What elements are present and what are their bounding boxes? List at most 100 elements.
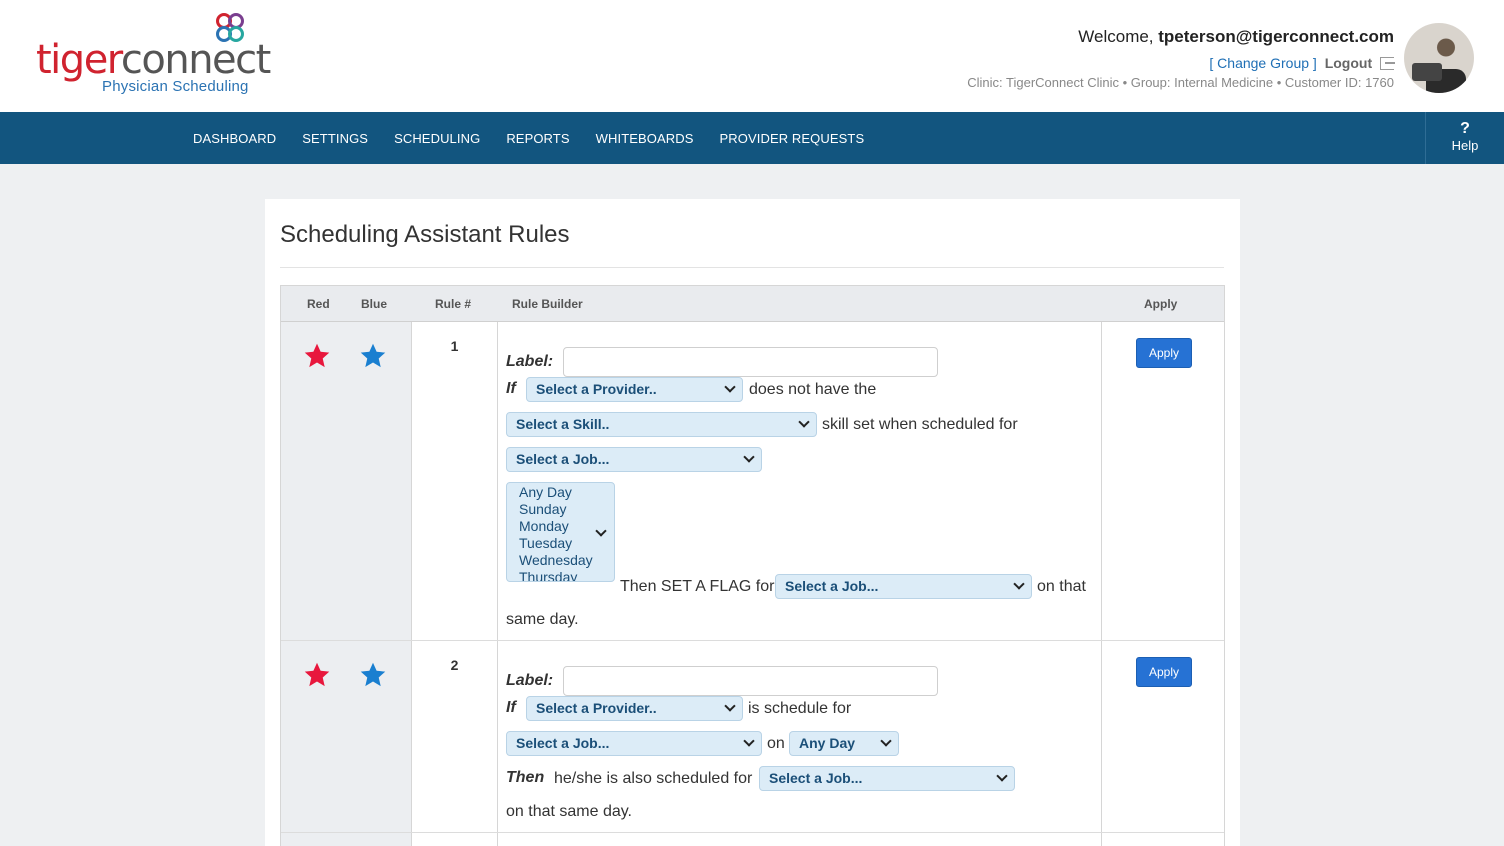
change-group-link[interactable]: [ Change Group ] <box>1209 55 1316 71</box>
day-select-value: Any Day <box>799 735 856 751</box>
provider-select[interactable]: Select a Provider.. <box>526 696 743 721</box>
if-caption: If <box>506 699 516 716</box>
skill-set-text: skill set when scheduled for <box>822 416 1018 433</box>
is-schedule-for-text: is schedule for <box>748 700 852 717</box>
user-avatar[interactable] <box>1404 23 1474 93</box>
blue-star-icon[interactable] <box>359 661 387 689</box>
chevron-down-icon <box>743 735 755 747</box>
rule-number-cell <box>412 833 498 846</box>
apply-button[interactable]: Apply <box>1136 657 1192 687</box>
red-star-icon[interactable] <box>303 661 331 689</box>
help-label: Help <box>1451 138 1479 153</box>
if-line: If <box>506 699 516 717</box>
chevron-down-icon <box>798 416 810 428</box>
flag-cell <box>281 322 412 640</box>
header-apply: Apply <box>1144 297 1178 311</box>
chevron-down-icon <box>1013 578 1025 590</box>
table-row <box>281 833 1224 846</box>
user-info: Welcome, tpeterson@tigerconnect.com [ Ch… <box>967 26 1395 92</box>
on-text: on <box>767 735 785 752</box>
logo-wordmark: tigerconnect <box>36 37 271 83</box>
label-line: Label: <box>506 672 553 690</box>
day-option[interactable]: Sunday <box>519 501 614 518</box>
flag-cell <box>281 641 412 832</box>
logo-word-tiger: tiger <box>36 37 122 83</box>
flag-cell <box>281 833 412 846</box>
if-caption: If <box>506 380 516 397</box>
clinic-info: Clinic: TigerConnect Clinic • Group: Int… <box>967 75 1394 90</box>
day-option[interactable]: Tuesday <box>519 535 614 552</box>
blue-star-icon[interactable] <box>359 342 387 370</box>
nav-reports[interactable]: REPORTS <box>506 131 569 146</box>
table-row: 1 Label: If Select a Provider.. does not… <box>281 322 1224 641</box>
rule-label-input[interactable] <box>563 347 938 377</box>
job-select-value: Select a Job... <box>516 735 610 751</box>
account-links: [ Change Group ] Logout <box>967 54 1395 72</box>
if-line: If <box>506 380 516 398</box>
nav-dashboard[interactable]: DASHBOARD <box>193 131 276 146</box>
logo-subtitle: Physician Scheduling <box>102 78 249 95</box>
skill-select-value: Select a Skill.. <box>516 416 610 432</box>
nav-whiteboards[interactable]: WHITEBOARDS <box>596 131 694 146</box>
day-select[interactable]: Any Day <box>789 731 899 756</box>
label-caption: Label: <box>506 672 554 689</box>
rule-number: 2 <box>412 641 498 832</box>
title-divider <box>280 267 1224 268</box>
job-select[interactable]: Select a Job... <box>506 731 762 756</box>
table-row: 2 Label: If Select a Provider.. is sched… <box>281 641 1224 833</box>
provider-select-value: Select a Provider.. <box>536 381 657 397</box>
job-select[interactable]: Select a Job... <box>506 447 762 472</box>
chevron-down-icon <box>743 451 755 463</box>
help-icon: ? <box>1460 120 1470 137</box>
day-option[interactable]: Any Day <box>519 484 614 501</box>
then-flag-text: Then SET A FLAG for <box>620 578 775 595</box>
label-caption: Label: <box>506 353 554 370</box>
page-title: Scheduling Assistant Rules <box>280 221 570 248</box>
then-line: Then <box>506 769 544 787</box>
provider-select[interactable]: Select a Provider.. <box>526 377 743 402</box>
rule-label-input[interactable] <box>563 666 938 696</box>
flag-job-select[interactable]: Select a Job... <box>775 574 1032 599</box>
nav-provider-requests[interactable]: PROVIDER REQUESTS <box>720 131 865 146</box>
welcome-prefix: Welcome, <box>1078 27 1154 46</box>
provider-select-value: Select a Provider.. <box>536 700 657 716</box>
main-nav: DASHBOARD SETTINGS SCHEDULING REPORTS WH… <box>0 112 1504 164</box>
header-rule-builder: Rule Builder <box>512 297 583 311</box>
logout-link[interactable]: Logout <box>1325 55 1372 71</box>
header-red: Red <box>307 297 330 311</box>
same-day-text: on that same day. <box>506 803 632 820</box>
tigerconnect-logo[interactable]: tigerconnect Physician Scheduling <box>36 12 271 102</box>
flag-job-select-value: Select a Job... <box>785 578 879 594</box>
chevron-down-icon <box>724 381 736 393</box>
day-option[interactable]: Thursday <box>519 569 614 581</box>
day-option[interactable]: Wednesday <box>519 552 614 569</box>
apply-cell: Apply <box>1101 322 1225 640</box>
job-select-value: Select a Job... <box>516 451 610 467</box>
header-blue: Blue <box>361 297 388 311</box>
header-rule-number: Rule # <box>435 297 472 311</box>
nav-scheduling[interactable]: SCHEDULING <box>394 131 480 146</box>
skill-select[interactable]: Select a Skill.. <box>506 412 817 437</box>
also-scheduled-text: he/she is also scheduled for <box>554 770 753 787</box>
apply-cell: Apply <box>1101 641 1225 832</box>
welcome-line: Welcome, tpeterson@tigerconnect.com <box>967 26 1394 48</box>
user-email: tpeterson@tigerconnect.com <box>1158 27 1394 46</box>
same-day-text: same day. <box>506 611 579 628</box>
nav-settings[interactable]: SETTINGS <box>302 131 368 146</box>
help-button[interactable]: ? Help <box>1425 112 1504 164</box>
apply-button[interactable]: Apply <box>1136 338 1192 368</box>
chevron-down-icon <box>724 700 736 712</box>
logout-icon[interactable] <box>1380 57 1395 70</box>
rules-panel: Scheduling Assistant Rules Red Blue Rule… <box>265 199 1240 846</box>
label-line: Label: <box>506 353 553 371</box>
nav-items: DASHBOARD SETTINGS SCHEDULING REPORTS WH… <box>193 112 890 164</box>
does-not-have-text: does not have the <box>749 381 877 398</box>
also-job-select[interactable]: Select a Job... <box>759 766 1015 791</box>
table-header: Red Blue Rule # Rule Builder Apply <box>281 286 1224 322</box>
rules-table: Red Blue Rule # Rule Builder Apply 1 Lab… <box>280 285 1225 846</box>
apply-cell <box>1101 833 1225 846</box>
rule-number: 1 <box>412 322 498 640</box>
logo-word-connect: connect <box>120 37 271 83</box>
red-star-icon[interactable] <box>303 342 331 370</box>
day-multiselect[interactable]: Any Day Sunday Monday Tuesday Wednesday … <box>506 482 615 582</box>
